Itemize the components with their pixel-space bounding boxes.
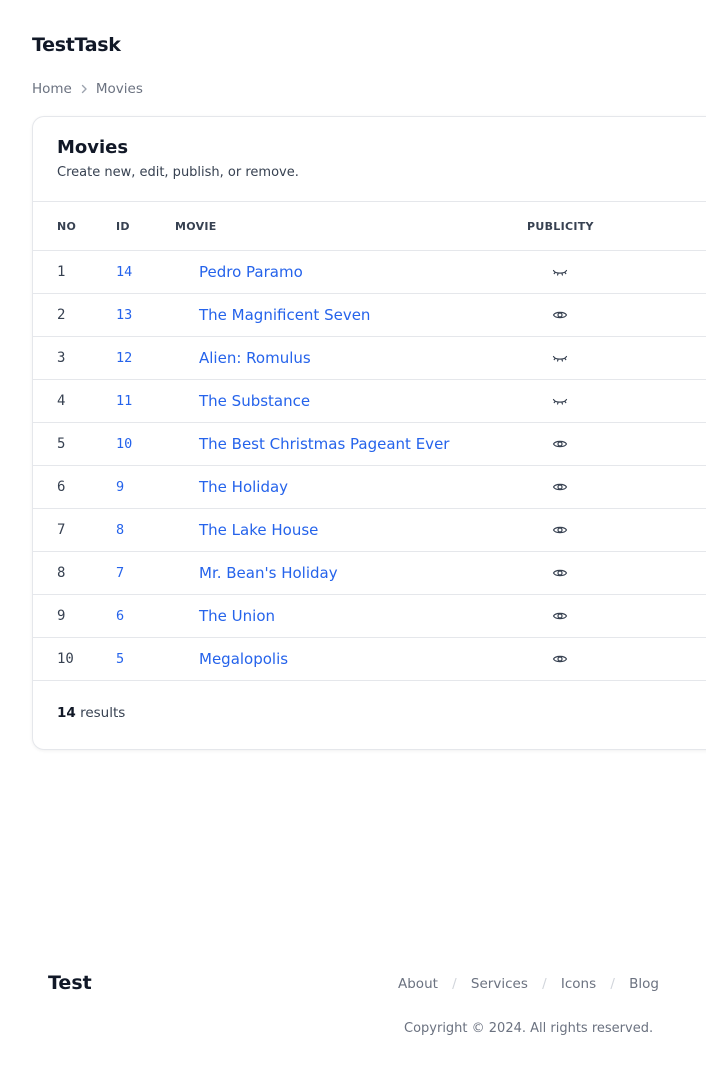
table-row: 5 10 The Best Christmas Pageant Ever bbox=[33, 423, 706, 466]
app-title: TestTask bbox=[32, 34, 121, 56]
table-row: 4 11 The Substance bbox=[33, 380, 706, 423]
eye-closed-icon[interactable] bbox=[552, 393, 568, 409]
publicity-toggle[interactable] bbox=[551, 608, 691, 624]
table-row: 6 9 The Holiday bbox=[33, 466, 706, 509]
row-number: 4 bbox=[57, 393, 66, 409]
table-row: 9 6 The Union bbox=[33, 595, 706, 638]
page-title: Movies bbox=[57, 137, 129, 158]
eye-icon[interactable] bbox=[552, 608, 568, 624]
publicity-toggle[interactable] bbox=[551, 350, 691, 366]
row-number: 6 bbox=[57, 479, 66, 495]
movie-id-link[interactable]: 7 bbox=[116, 565, 199, 581]
breadcrumb-home[interactable]: Home bbox=[32, 81, 72, 97]
row-number: 2 bbox=[57, 307, 66, 323]
table-row: 1 14 Pedro Paramo bbox=[33, 251, 706, 294]
publicity-toggle[interactable] bbox=[551, 651, 691, 667]
table-body: 1 14 Pedro Paramo 2 13 The Magnificent Seven 3… bbox=[33, 251, 706, 681]
table-row: 7 8 The Lake House bbox=[33, 509, 706, 552]
footer-link-blog[interactable]: Blog bbox=[629, 976, 659, 992]
column-header-publicity: PUBLICITY bbox=[527, 219, 594, 233]
row-number: 3 bbox=[57, 350, 66, 366]
movie-id-link[interactable]: 14 bbox=[116, 264, 199, 280]
table-row: 8 7 Mr. Bean's Holiday bbox=[33, 552, 706, 595]
footer-link-icons[interactable]: Icons bbox=[561, 976, 596, 992]
movie-title-link[interactable]: Alien: Romulus bbox=[199, 349, 551, 367]
footer-brand: Test bbox=[48, 972, 92, 994]
movie-title-link[interactable]: The Lake House bbox=[199, 521, 551, 539]
movie-title-link[interactable]: Pedro Paramo bbox=[199, 263, 551, 281]
results-label: results bbox=[80, 705, 126, 721]
movie-title-link[interactable]: The Holiday bbox=[199, 478, 551, 496]
table-row: 3 12 Alien: Romulus bbox=[33, 337, 706, 380]
row-number: 10 bbox=[57, 651, 74, 667]
movie-id-link[interactable]: 8 bbox=[116, 522, 199, 538]
movie-title-link[interactable]: The Union bbox=[199, 607, 551, 625]
eye-closed-icon[interactable] bbox=[552, 264, 568, 280]
column-header-movie: MOVIE bbox=[175, 219, 217, 233]
publicity-toggle[interactable] bbox=[551, 264, 691, 280]
card-header: Movies Create new, edit, publish, or rem… bbox=[33, 117, 706, 202]
movie-title-link[interactable]: The Substance bbox=[199, 392, 551, 410]
movie-title-link[interactable]: Mr. Bean's Holiday bbox=[199, 564, 551, 582]
copyright: Copyright © 2024. All rights reserved. bbox=[404, 1021, 654, 1036]
movie-id-link[interactable]: 11 bbox=[116, 393, 199, 409]
results-summary: 14 results bbox=[33, 681, 706, 745]
row-number: 1 bbox=[57, 264, 66, 280]
chevron-right-icon bbox=[72, 83, 96, 95]
breadcrumb-movies[interactable]: Movies bbox=[96, 81, 143, 97]
page-subtitle: Create new, edit, publish, or remove. bbox=[57, 165, 299, 180]
row-number: 9 bbox=[57, 608, 66, 624]
movie-id-link[interactable]: 12 bbox=[116, 350, 199, 366]
row-number: 7 bbox=[57, 522, 66, 538]
movie-id-link[interactable]: 6 bbox=[116, 608, 199, 624]
table-row: 2 13 The Magnificent Seven bbox=[33, 294, 706, 337]
footer-separator: / bbox=[610, 976, 615, 992]
results-count: 14 bbox=[57, 705, 76, 721]
row-number: 5 bbox=[57, 436, 66, 452]
publicity-toggle[interactable] bbox=[551, 393, 691, 409]
publicity-toggle[interactable] bbox=[551, 307, 691, 323]
movie-id-link[interactable]: 9 bbox=[116, 479, 199, 495]
footer-separator: / bbox=[452, 976, 457, 992]
table-row: 10 5 Megalopolis bbox=[33, 638, 706, 681]
publicity-toggle[interactable] bbox=[551, 522, 691, 538]
eye-icon[interactable] bbox=[552, 651, 568, 667]
publicity-toggle[interactable] bbox=[551, 479, 691, 495]
footer-separator: / bbox=[542, 976, 547, 992]
movie-title-link[interactable]: The Best Christmas Pageant Ever bbox=[199, 435, 551, 453]
movie-title-link[interactable]: The Magnificent Seven bbox=[199, 306, 551, 324]
eye-closed-icon[interactable] bbox=[552, 350, 568, 366]
movie-id-link[interactable]: 13 bbox=[116, 307, 199, 323]
eye-icon[interactable] bbox=[552, 307, 568, 323]
movie-id-link[interactable]: 10 bbox=[116, 436, 199, 452]
footer-nav: About / Services / Icons / Blog bbox=[398, 976, 659, 992]
breadcrumb: Home Movies bbox=[32, 81, 143, 97]
eye-icon[interactable] bbox=[552, 565, 568, 581]
eye-icon[interactable] bbox=[552, 522, 568, 538]
movie-title-link[interactable]: Megalopolis bbox=[199, 650, 551, 668]
column-header-id: ID bbox=[116, 219, 130, 233]
footer-link-about[interactable]: About bbox=[398, 976, 438, 992]
table-header: NO ID MOVIE PUBLICITY bbox=[33, 202, 706, 251]
movies-card: Movies Create new, edit, publish, or rem… bbox=[32, 116, 706, 750]
publicity-toggle[interactable] bbox=[551, 565, 691, 581]
eye-icon[interactable] bbox=[552, 436, 568, 452]
movie-id-link[interactable]: 5 bbox=[116, 651, 199, 667]
publicity-toggle[interactable] bbox=[551, 436, 691, 452]
eye-icon[interactable] bbox=[552, 479, 568, 495]
row-number: 8 bbox=[57, 565, 66, 581]
footer-link-services[interactable]: Services bbox=[471, 976, 528, 992]
